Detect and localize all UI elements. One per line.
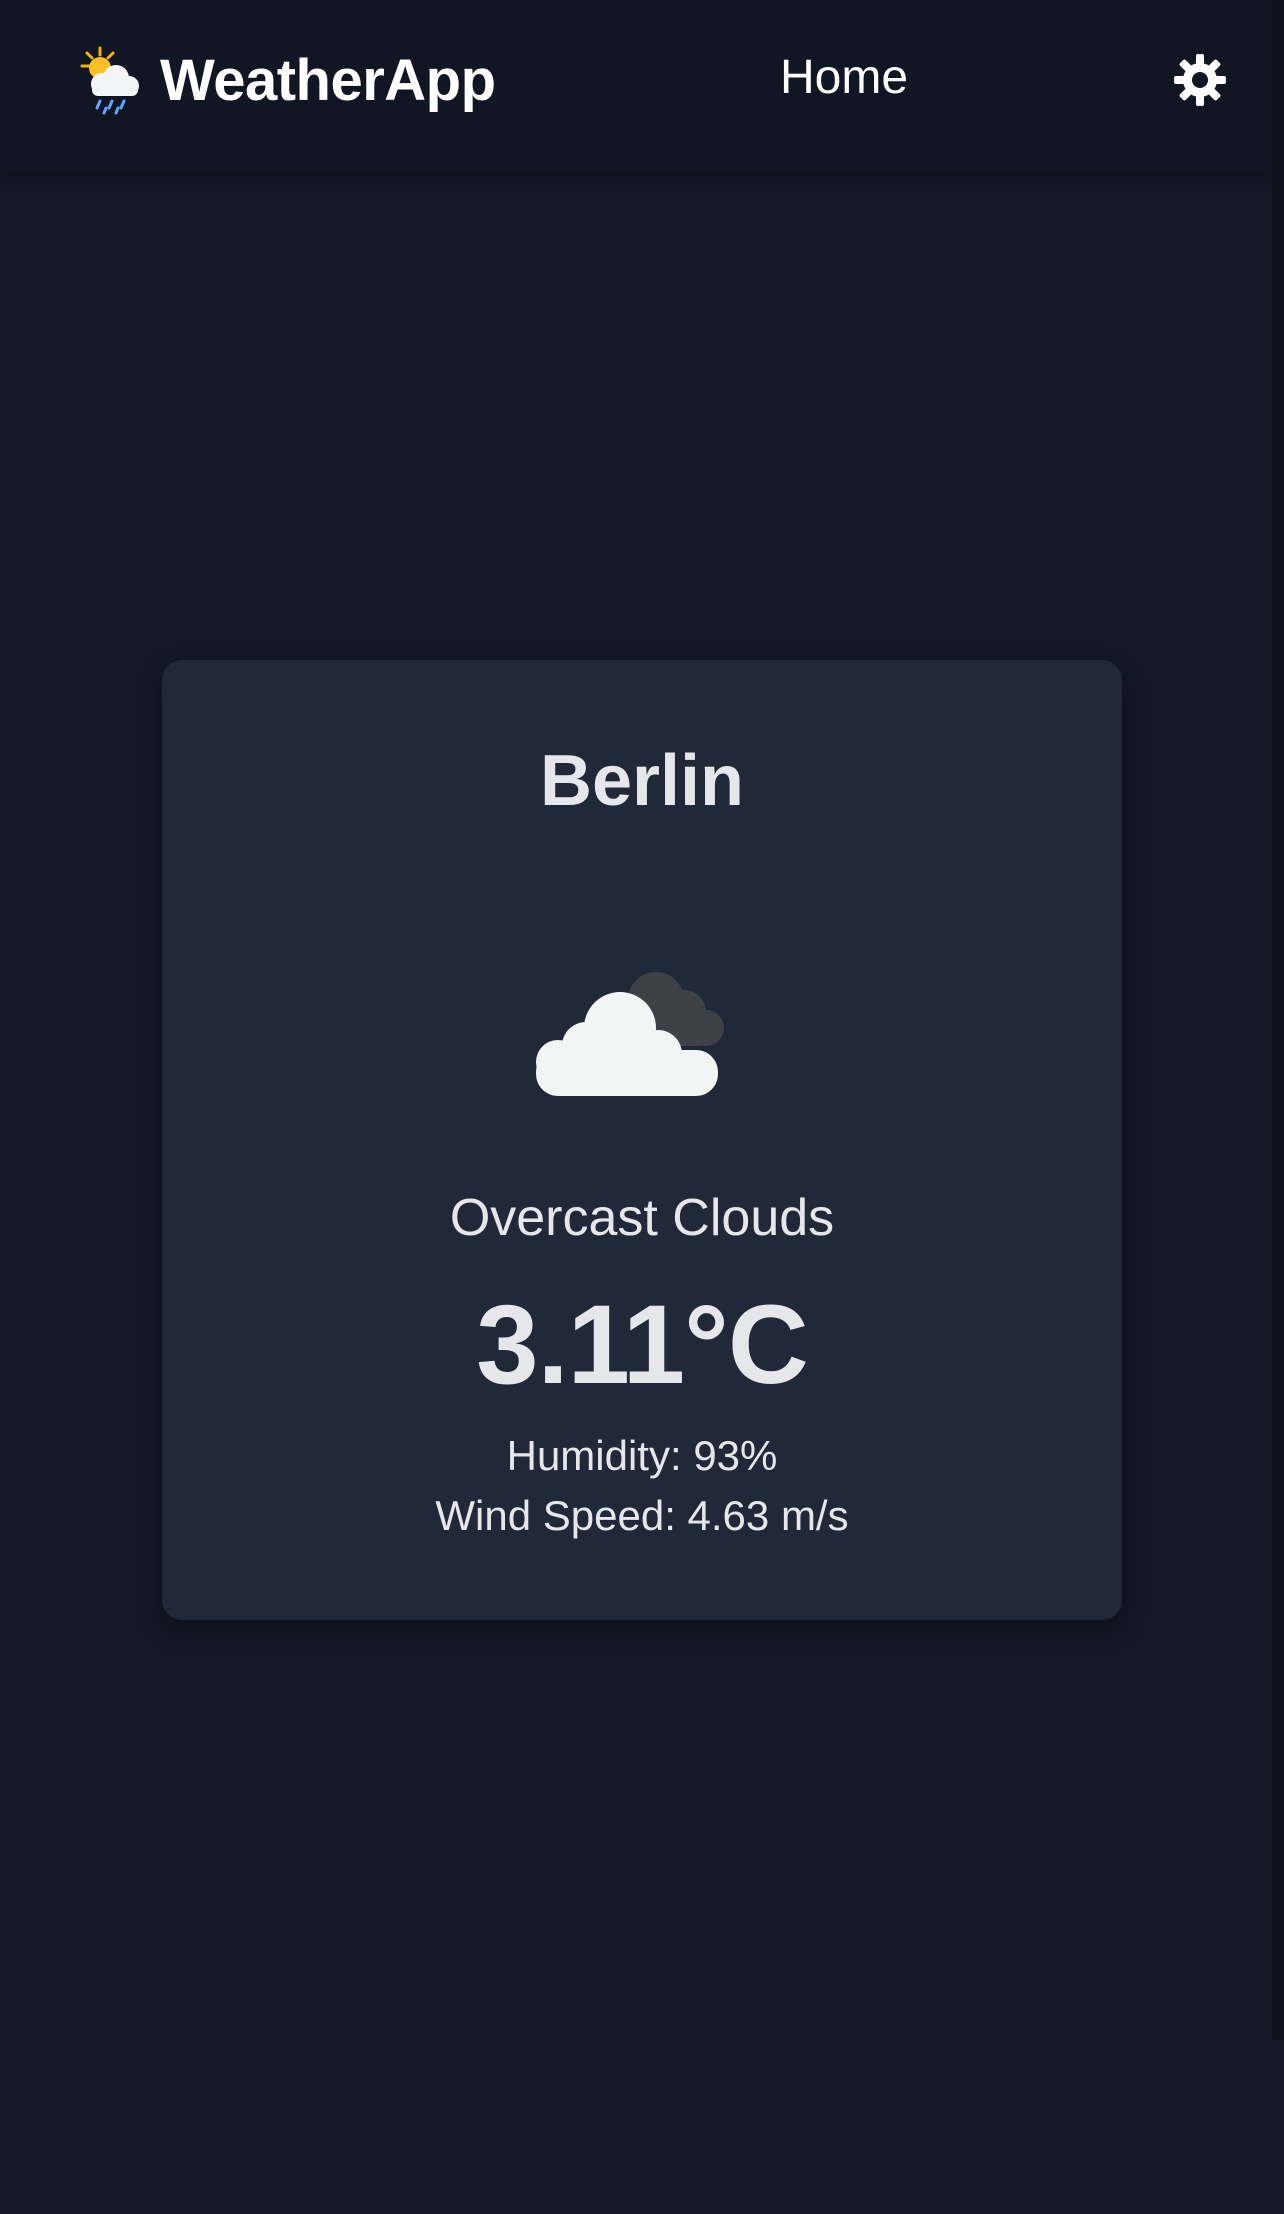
weather-card: Berlin Overcast Clouds 3.11°C Humidity: … — [162, 660, 1122, 1620]
top-navbar: WeatherApp Home — [0, 0, 1272, 172]
sun-behind-rain-cloud-icon — [80, 46, 139, 115]
settings-button[interactable] — [1170, 50, 1230, 110]
temperature: 3.11°C — [476, 1282, 808, 1407]
weather-description: Overcast Clouds — [449, 1189, 835, 1247]
brand[interactable]: WeatherApp — [74, 44, 496, 116]
overcast-clouds-icon — [536, 972, 724, 1096]
wind-speed: Wind Speed: 4.63 m/s — [435, 1492, 849, 1539]
nav-home-link[interactable]: Home — [780, 50, 908, 105]
humidity: Humidity: 93% — [506, 1432, 778, 1479]
gear-icon — [1174, 54, 1226, 106]
city-name: Berlin — [539, 741, 745, 821]
scrollbar-track[interactable] — [1272, 0, 1284, 2040]
app-name: WeatherApp — [160, 47, 496, 113]
